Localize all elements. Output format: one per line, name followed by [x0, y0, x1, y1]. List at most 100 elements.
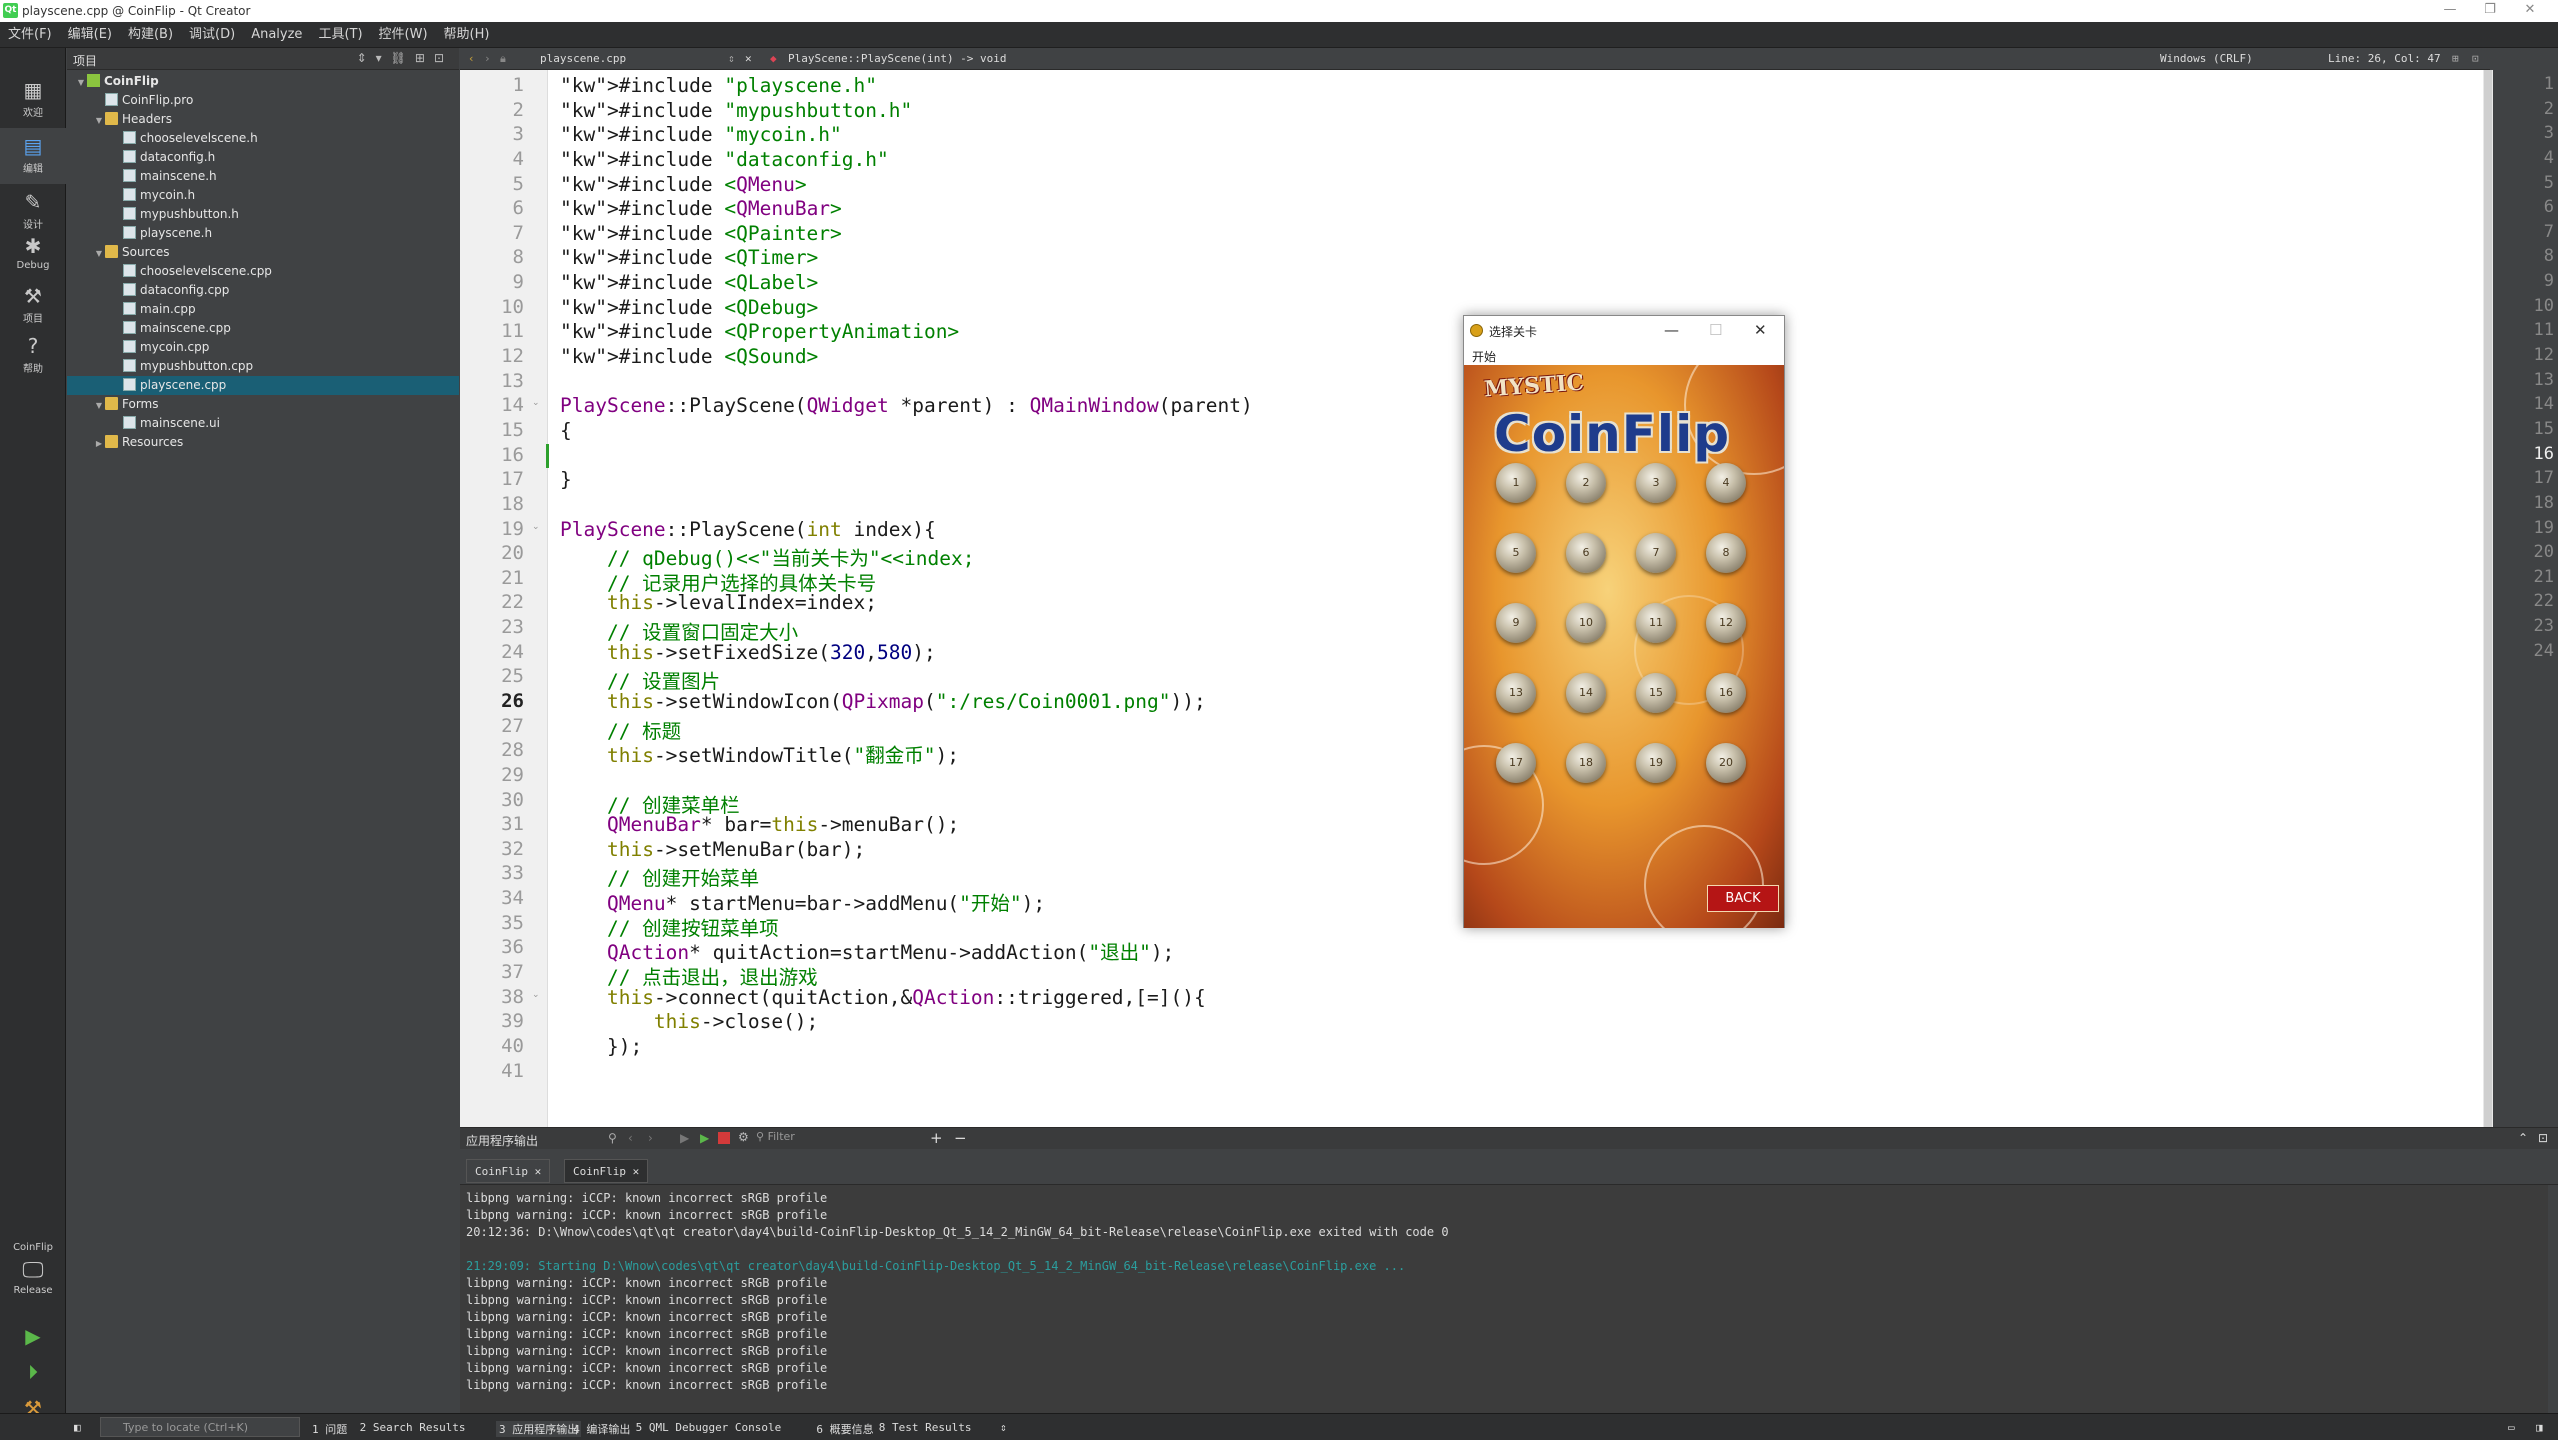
tree-item[interactable]: chooselevelscene.h [67, 129, 459, 148]
minimize-icon[interactable]: — [2430, 2, 2470, 17]
mode-edit[interactable]: ▤ 编辑 [0, 128, 66, 184]
expand-arrow-icon[interactable]: ▼ [93, 111, 105, 130]
level-button[interactable]: 19 [1636, 743, 1676, 783]
rerun-icon[interactable]: ▶ [680, 1131, 689, 1145]
output-toggle-icon[interactable]: ◨ [2536, 1421, 2543, 1434]
level-button[interactable]: 9 [1496, 603, 1536, 643]
expand-arrow-icon[interactable]: ▼ [93, 244, 105, 263]
tree-item[interactable]: mypushbutton.cpp [67, 357, 459, 376]
filter-input[interactable]: ⚲ Filter [756, 1130, 886, 1148]
tree-item[interactable]: mainscene.cpp [67, 319, 459, 338]
fold-marker-icon[interactable]: ⌄ [532, 398, 540, 408]
settings-gear-icon[interactable]: ⚙ [738, 1130, 749, 1144]
tree-item[interactable]: ▼ Forms [67, 395, 459, 414]
output-pane-button[interactable]: 2 Search Results [360, 1421, 466, 1434]
menu-item[interactable]: 工具(T) [310, 22, 370, 48]
menu-item[interactable]: 调试(D) [181, 22, 243, 48]
menu-item[interactable]: 构建(B) [120, 22, 181, 48]
tree-item[interactable]: mycoin.cpp [67, 338, 459, 357]
next-icon[interactable]: › [648, 1131, 653, 1145]
progress-icon[interactable]: ▭ [2508, 1421, 2515, 1434]
tree-item[interactable]: CoinFlip.pro [67, 91, 459, 110]
level-button[interactable]: 14 [1566, 673, 1606, 713]
tree-item[interactable]: dataconfig.h [67, 148, 459, 167]
scrollbar-thumb[interactable] [2484, 70, 2492, 1127]
tree-item[interactable]: main.cpp [67, 300, 459, 319]
close-pane-icon[interactable]: ⊡ [2538, 1131, 2548, 1145]
level-button[interactable]: 17 [1496, 743, 1536, 783]
output-pane-button[interactable]: 4 编译输出 [573, 1421, 630, 1437]
forward-arrow-icon[interactable]: › [484, 52, 491, 65]
zoom-out-icon[interactable]: − [954, 1129, 967, 1147]
debug-icon[interactable]: ▶ [700, 1131, 709, 1145]
fold-marker-icon[interactable]: ⌄ [532, 990, 540, 1000]
level-button[interactable]: 13 [1496, 673, 1536, 713]
game-minimize-icon[interactable]: — [1664, 321, 1679, 339]
tree-item[interactable]: playscene.h [67, 224, 459, 243]
output-pane-button[interactable]: 3 应用程序输出 [496, 1421, 582, 1437]
file-dropdown-icon[interactable]: ⇕ [728, 52, 735, 65]
mode-projects[interactable]: ⚒ 项目 [0, 278, 66, 334]
prev-icon[interactable]: ‹ [628, 1131, 633, 1145]
application-output[interactable]: libpng warning: iCCP: known incorrect sR… [460, 1185, 2548, 1413]
panel-tools[interactable]: ⇕▾⛓⊞⊡ [357, 51, 453, 65]
close-icon[interactable]: ✕ [2510, 2, 2550, 17]
level-button[interactable]: 8 [1706, 533, 1746, 573]
level-button[interactable]: 10 [1566, 603, 1606, 643]
tree-item[interactable]: ▼ CoinFlip [67, 72, 459, 91]
debug-run-button[interactable]: ⏵ [0, 1354, 66, 1390]
tree-item[interactable]: mycoin.h [67, 186, 459, 205]
start-menu[interactable]: 开始 [1472, 348, 1496, 365]
close-file-icon[interactable]: ✕ [745, 52, 752, 65]
run-button[interactable]: ▶ [0, 1318, 66, 1354]
level-button[interactable]: 18 [1566, 743, 1606, 783]
tree-item[interactable]: chooselevelscene.cpp [67, 262, 459, 281]
mode-welcome[interactable]: ▦ 欢迎 [0, 72, 66, 128]
tree-item[interactable]: playscene.cpp [67, 376, 459, 395]
maximize-pane-icon[interactable]: ⌃ [2518, 1131, 2528, 1145]
mode-help[interactable]: ? 帮助 [0, 328, 66, 384]
locator-input[interactable]: Type to locate (Ctrl+K) [100, 1417, 300, 1437]
restore-icon[interactable]: ❐ [2470, 2, 2510, 17]
level-button[interactable]: 5 [1496, 533, 1536, 573]
output-tab-active[interactable]: CoinFlip ✕ [564, 1159, 649, 1183]
close-tab-icon[interactable]: ✕ [633, 1165, 640, 1178]
zoom-in-icon[interactable]: + [930, 1129, 943, 1147]
menu-item[interactable]: 控件(W) [371, 22, 436, 48]
editor-scrollbar[interactable] [2483, 70, 2493, 1127]
menu-item[interactable]: 编辑(E) [60, 22, 120, 48]
symbol-selector[interactable]: PlayScene::PlayScene(int) -> void [788, 52, 1007, 65]
sidebar-toggle-icon[interactable]: ◧ [74, 1421, 81, 1434]
menu-item[interactable]: 文件(F) [0, 22, 60, 48]
expand-arrow-icon[interactable]: ▼ [75, 73, 87, 92]
close-tab-icon[interactable]: ✕ [535, 1165, 542, 1178]
menu-item[interactable]: Analyze [243, 22, 310, 48]
tree-item[interactable]: ▼ Headers [67, 110, 459, 129]
tree-item[interactable]: mainscene.ui [67, 414, 459, 433]
level-button[interactable]: 11 [1636, 603, 1676, 643]
pane-menu-icon[interactable]: ⇕ [1000, 1421, 1007, 1434]
split-icon[interactable]: ⊞ [2452, 52, 2459, 65]
game-close-icon[interactable]: ✕ [1754, 321, 1767, 339]
tree-item[interactable]: ▼ Sources [67, 243, 459, 262]
output-tab[interactable]: CoinFlip ✕ [466, 1159, 551, 1183]
level-button[interactable]: 4 [1706, 463, 1746, 503]
stop-icon[interactable] [718, 1132, 730, 1144]
mode-debug[interactable]: ✱ Debug [0, 228, 66, 284]
file-tab[interactable]: playscene.cpp [540, 52, 626, 65]
expand-arrow-icon[interactable]: ▼ [93, 396, 105, 415]
menu-item[interactable]: 帮助(H) [436, 22, 498, 48]
close-split-icon[interactable]: ⊡ [2472, 52, 2479, 65]
tree-item[interactable]: ▶ Resources [67, 433, 459, 452]
level-button[interactable]: 12 [1706, 603, 1746, 643]
level-button[interactable]: 1 [1496, 463, 1536, 503]
tree-item[interactable]: dataconfig.cpp [67, 281, 459, 300]
attach-icon[interactable]: ⚲ [608, 1131, 617, 1145]
tree-item[interactable]: mypushbutton.h [67, 205, 459, 224]
level-button[interactable]: 2 [1566, 463, 1606, 503]
level-button[interactable]: 20 [1706, 743, 1746, 783]
kit-selector[interactable]: CoinFlip 🖵 Release [0, 1238, 66, 1318]
encoding-label[interactable]: Windows (CRLF) [2160, 52, 2253, 65]
level-button[interactable]: 3 [1636, 463, 1676, 503]
output-pane-button[interactable]: 8 Test Results [879, 1421, 972, 1434]
